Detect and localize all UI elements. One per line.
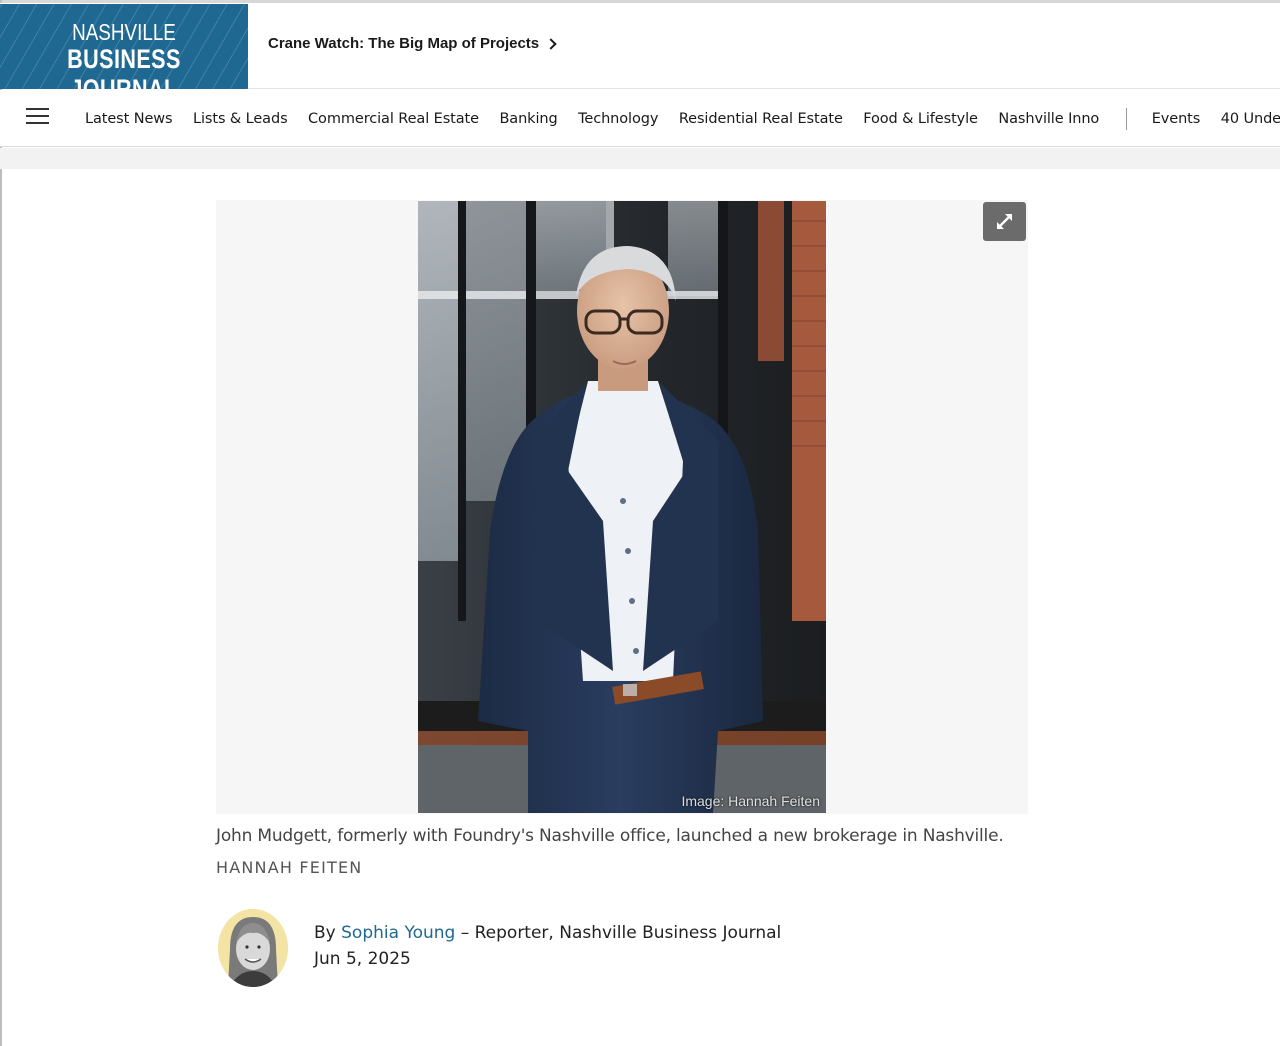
author-avatar[interactable] [218, 909, 288, 987]
nav-shadow-band [0, 148, 1280, 169]
article-byline: By Sophia Young – Reporter, Nashville Bu… [314, 923, 781, 943]
nav-item-nashville-inno[interactable]: Nashville Inno [998, 111, 1099, 127]
nav-item-lists-leads[interactable]: Lists & Leads [193, 111, 288, 127]
nav-item-food-lifestyle[interactable]: Food & Lifestyle [863, 111, 978, 127]
author-link[interactable]: Sophia Young [341, 923, 455, 943]
site-header: NASHVILLE BUSINESS JOURNAL Crane Watch: … [0, 3, 1280, 89]
logo-line-name: BUSINESS JOURNAL [67, 44, 181, 89]
site-logo[interactable]: NASHVILLE BUSINESS JOURNAL [0, 4, 248, 89]
publish-date: Jun 5, 2025 [314, 949, 411, 969]
crane-watch-link[interactable]: Crane Watch: The Big Map of Projects [268, 35, 557, 52]
photo-credit-overlay: Image: Hannah Feiten [681, 793, 820, 809]
image-caption-credit: HANNAH FEITEN [216, 858, 363, 877]
author-role: – Reporter, Nashville Business Journal [460, 923, 782, 943]
photo-illustration [418, 201, 826, 813]
nav-item-technology[interactable]: Technology [578, 111, 658, 127]
expand-image-button[interactable] [983, 202, 1026, 241]
article-image-frame: Image: Hannah Feiten [216, 200, 1028, 814]
nav-item-latest-news[interactable]: Latest News [85, 111, 173, 127]
byline-prefix: By [314, 923, 336, 943]
nav-divider [1125, 107, 1127, 130]
avatar-illustration [218, 909, 288, 987]
article-photo[interactable]: Image: Hannah Feiten [418, 201, 826, 813]
main-nav: Latest News Lists & Leads Commercial Rea… [0, 90, 1280, 147]
image-caption: John Mudgett, formerly with Foundry's Na… [216, 826, 1004, 846]
logo-line-city: NASHVILLE [72, 19, 176, 45]
expand-icon [997, 214, 1012, 229]
nav-item-banking[interactable]: Banking [499, 111, 557, 127]
nav-item-commercial-real-estate[interactable]: Commercial Real Estate [308, 111, 479, 127]
chevron-right-icon [545, 37, 557, 50]
nav-item-40-under-40[interactable]: 40 Under 40 [1221, 111, 1280, 127]
nav-items: Latest News Lists & Leads Commercial Rea… [85, 90, 1280, 147]
crane-watch-link-label: Crane Watch: The Big Map of Projects [268, 35, 540, 52]
hamburger-menu-icon[interactable] [26, 106, 50, 126]
nav-item-events[interactable]: Events [1152, 111, 1201, 127]
nav-item-residential-real-estate[interactable]: Residential Real Estate [679, 111, 843, 127]
